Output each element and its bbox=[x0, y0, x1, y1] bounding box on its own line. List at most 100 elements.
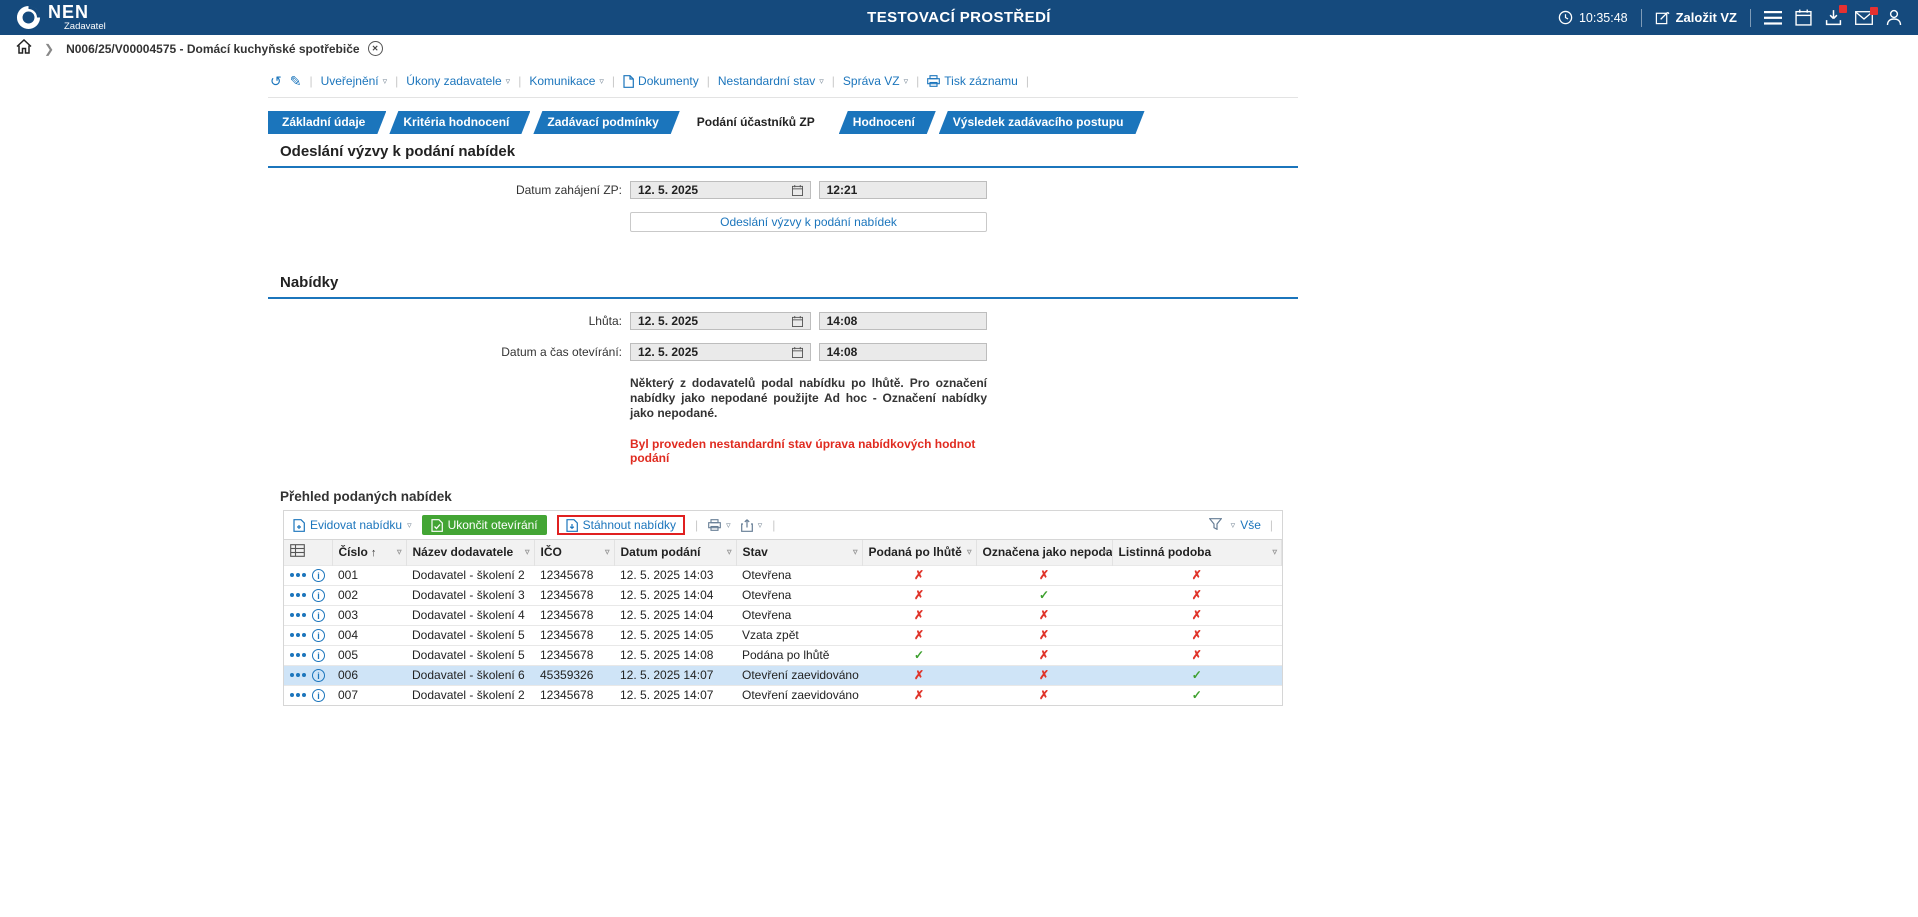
column-header-podana-po-lhute[interactable]: Podaná po lhůtě ▿ bbox=[862, 540, 976, 565]
row-menu-icon[interactable] bbox=[290, 613, 306, 617]
column-label: Datum podání bbox=[621, 545, 701, 559]
row-menu-icon[interactable] bbox=[290, 593, 306, 597]
deadline-date-field[interactable]: 12. 5. 2025 bbox=[630, 312, 811, 330]
filter-caret-icon[interactable]: ▿ bbox=[1103, 547, 1108, 558]
tab-kriteria-hodnoceni[interactable]: Kritéria hodnocení bbox=[389, 111, 530, 134]
home-button[interactable] bbox=[16, 39, 32, 59]
download-offers-button[interactable]: Stáhnout nabídky bbox=[566, 518, 676, 532]
filter-caret-icon[interactable]: ▿ bbox=[1272, 547, 1277, 558]
menu-vz-administration[interactable]: Správa VZ ▿ bbox=[843, 74, 908, 88]
finish-opening-button[interactable]: Ukončit otevírání bbox=[422, 515, 547, 535]
filter-preset-select[interactable]: ▿ Vše bbox=[1231, 518, 1261, 532]
cross-icon: ✗ bbox=[914, 668, 924, 682]
opening-date-field[interactable]: 12. 5. 2025 bbox=[630, 343, 811, 361]
calendar-button[interactable] bbox=[1795, 9, 1812, 26]
cross-icon: ✗ bbox=[1039, 648, 1049, 662]
row-menu-icon[interactable] bbox=[290, 573, 306, 577]
row-info-icon[interactable]: i bbox=[312, 629, 325, 642]
menu-documents[interactable]: Dokumenty bbox=[623, 74, 699, 88]
start-date-field[interactable]: 12. 5. 2025 bbox=[630, 181, 811, 199]
history-icon[interactable]: ↺ bbox=[270, 74, 282, 88]
edit-record-icon[interactable]: ✎ bbox=[290, 74, 302, 88]
column-header-nazev-dodavatele[interactable]: Název dodavatele ▿ bbox=[406, 540, 534, 565]
close-record-icon[interactable]: ✕ bbox=[368, 41, 383, 56]
menu-print-record[interactable]: Tisk záznamu bbox=[927, 74, 1018, 88]
row-menu-icon[interactable] bbox=[290, 653, 306, 657]
header-settings-cell[interactable] bbox=[284, 540, 332, 565]
cross-icon: ✗ bbox=[914, 628, 924, 642]
menu-nonstandard-state[interactable]: Nestandardní stav ▿ bbox=[718, 74, 824, 88]
messages-button[interactable] bbox=[1855, 11, 1873, 25]
print-table-button[interactable]: ▿ bbox=[708, 519, 731, 531]
filter-caret-icon[interactable]: ▿ bbox=[605, 547, 610, 558]
menu-communication[interactable]: Komunikace ▿ bbox=[529, 74, 604, 88]
column-header-ico[interactable]: IČO ▿ bbox=[534, 540, 614, 565]
menu-publication[interactable]: Uveřejnění ▿ bbox=[321, 74, 388, 88]
section-title-invitation: Odeslání výzvy k podání nabídek bbox=[268, 134, 1298, 168]
export-table-button[interactable]: ▿ bbox=[741, 519, 763, 532]
column-header-datum-podani[interactable]: Datum podání ▿ bbox=[614, 540, 736, 565]
cell-paper-form: ✓ bbox=[1112, 685, 1282, 705]
tab-podani-ucastniku-zp[interactable]: Podání účastníků ZP bbox=[683, 111, 836, 134]
current-time: 10:35:48 bbox=[1579, 11, 1628, 25]
deadline-time-field[interactable]: 14:08 bbox=[819, 312, 987, 330]
row-menu-icon[interactable] bbox=[290, 673, 306, 677]
table-row[interactable]: i004Dodavatel - školení 51234567812. 5. … bbox=[284, 625, 1282, 645]
tab-zadavaci-podminky[interactable]: Zadávací podmínky bbox=[533, 111, 679, 134]
downloads-button[interactable] bbox=[1825, 9, 1842, 26]
row-info-icon[interactable]: i bbox=[312, 569, 325, 582]
column-header-stav[interactable]: Stav ▿ bbox=[736, 540, 862, 565]
tab-zakladni-udaje[interactable]: Základní údaje bbox=[268, 111, 386, 134]
column-header-oznacena-jako-nepodana[interactable]: Označena jako nepodaná ▿ bbox=[976, 540, 1112, 565]
column-header-listinna-podoba[interactable]: Listinná podoba ▿ bbox=[1112, 540, 1282, 565]
offers-table-body: i001Dodavatel - školení 21234567812. 5. … bbox=[284, 565, 1282, 705]
row-info-icon[interactable]: i bbox=[312, 669, 325, 682]
filter-caret-icon[interactable]: ▿ bbox=[727, 547, 732, 558]
filter-caret-icon[interactable]: ▿ bbox=[853, 547, 858, 558]
row-info-icon[interactable]: i bbox=[312, 689, 325, 702]
divider: | bbox=[1026, 74, 1029, 88]
cell-status: Podána po lhůtě bbox=[736, 645, 862, 665]
filter-caret-icon[interactable]: ▿ bbox=[397, 547, 402, 558]
filter-button[interactable] bbox=[1209, 518, 1222, 533]
document-plus-icon bbox=[293, 519, 305, 532]
table-row[interactable]: i003Dodavatel - školení 41234567812. 5. … bbox=[284, 605, 1282, 625]
calendar-icon[interactable] bbox=[792, 347, 803, 358]
calendar-icon[interactable] bbox=[792, 185, 803, 196]
cell-status: Otevřena bbox=[736, 585, 862, 605]
filter-caret-icon[interactable]: ▿ bbox=[967, 547, 972, 558]
row-info-icon[interactable]: i bbox=[312, 589, 325, 602]
table-row[interactable]: i002Dodavatel - školení 31234567812. 5. … bbox=[284, 585, 1282, 605]
menu-contracting-tasks[interactable]: Úkony zadavatele ▿ bbox=[406, 74, 510, 88]
tab-hodnoceni[interactable]: Hodnocení bbox=[839, 111, 936, 134]
cell-paper-form: ✗ bbox=[1112, 585, 1282, 605]
cell-number: 007 bbox=[332, 685, 406, 705]
start-time-field[interactable]: 12:21 bbox=[819, 181, 987, 199]
user-button[interactable] bbox=[1886, 9, 1902, 26]
cell-late: ✗ bbox=[862, 625, 976, 645]
menu-label: Nestandardní stav bbox=[718, 74, 815, 88]
breadcrumb-record-link[interactable]: N006/25/V00004575 - Domácí kuchyňské spo… bbox=[66, 42, 360, 56]
row-menu-icon[interactable] bbox=[290, 633, 306, 637]
divider: | bbox=[695, 518, 698, 532]
table-row[interactable]: i005Dodavatel - školení 51234567812. 5. … bbox=[284, 645, 1282, 665]
row-menu-icon[interactable] bbox=[290, 693, 306, 697]
calendar-icon[interactable] bbox=[792, 316, 803, 327]
opening-time-field[interactable]: 14:08 bbox=[819, 343, 987, 361]
nen-brand[interactable]: NEN Zadavatel bbox=[16, 3, 106, 32]
create-vz-button[interactable]: Založit VZ bbox=[1655, 10, 1737, 25]
table-row[interactable]: i001Dodavatel - školení 21234567812. 5. … bbox=[284, 565, 1282, 585]
table-row[interactable]: i006Dodavatel - školení 64535932612. 5. … bbox=[284, 665, 1282, 685]
tab-vysledek-zadavaciho-postupu[interactable]: Výsledek zadávacího postupu bbox=[939, 111, 1145, 134]
menu-label: Správa VZ bbox=[843, 74, 900, 88]
row-info-icon[interactable]: i bbox=[312, 609, 325, 622]
row-info-icon[interactable]: i bbox=[312, 649, 325, 662]
menu-button[interactable] bbox=[1764, 11, 1782, 25]
register-offer-button[interactable]: Evidovat nabídku ▿ bbox=[293, 518, 412, 532]
filter-caret-icon[interactable]: ▿ bbox=[525, 547, 530, 558]
deadline-time-value: 14:08 bbox=[827, 314, 858, 328]
cell-ico: 12345678 bbox=[534, 685, 614, 705]
send-invitation-button[interactable]: Odeslání výzvy k podání nabídek bbox=[630, 212, 987, 232]
column-header-cislo[interactable]: Číslo↑ ▿ bbox=[332, 540, 406, 565]
table-row[interactable]: i007Dodavatel - školení 21234567812. 5. … bbox=[284, 685, 1282, 705]
